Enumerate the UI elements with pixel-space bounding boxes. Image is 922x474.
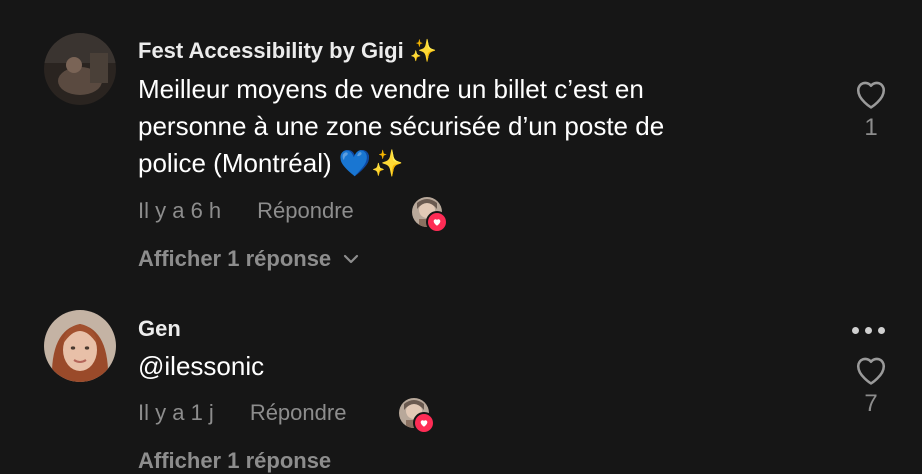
comment-meta: Il y a 1 j Répondre [138, 400, 346, 426]
view-replies-button[interactable]: Afficher 1 réponse [138, 246, 359, 272]
comment-time: Il y a 1 j [138, 400, 214, 425]
comment-author[interactable]: Gen [138, 316, 181, 342]
comment-text: Meilleur moyens de vendre un billet c’es… [138, 71, 798, 182]
comment-time: Il y a 6 h [138, 198, 222, 223]
heart-outline-icon [856, 81, 886, 109]
comment-text-line: Meilleur moyens de vendre un billet c’es… [138, 74, 644, 104]
comment-text: @ilessonic [138, 348, 798, 385]
avatar[interactable] [44, 33, 116, 105]
comment-meta: Il y a 6 h Répondre [138, 198, 354, 224]
more-dot [865, 327, 872, 334]
like-count: 1 [864, 114, 878, 141]
creator-liked-avatar [412, 197, 448, 233]
chevron-down-icon [344, 254, 359, 264]
comment-text-line: personne à une zone sécurisée d’un poste… [138, 111, 665, 141]
reply-button[interactable]: Répondre [250, 400, 347, 426]
comment-author[interactable]: Fest Accessibility by Gigi ✨ [138, 38, 437, 64]
like-button[interactable]: 1 [851, 78, 891, 142]
reply-button[interactable]: Répondre [257, 198, 354, 224]
view-replies-label: Afficher 1 réponse [138, 246, 332, 271]
creator-liked-avatar [399, 398, 435, 434]
view-replies-button[interactable]: Afficher 1 réponse [138, 448, 331, 474]
view-replies-label: Afficher 1 réponse [138, 448, 332, 473]
heart-outline-icon [856, 357, 886, 385]
more-dot [878, 327, 885, 334]
like-button[interactable]: 7 [851, 354, 891, 418]
avatar-image [44, 310, 116, 382]
comment-text-line: @ilessonic [138, 351, 265, 381]
like-count: 7 [864, 390, 878, 417]
avatar-image [44, 33, 116, 105]
more-dot [852, 327, 859, 334]
avatar[interactable] [44, 310, 116, 382]
heart-badge-icon [413, 412, 435, 434]
comment-text-line: police (Montréal) 💙✨ [138, 148, 404, 178]
heart-badge-icon [426, 211, 448, 233]
more-horizontal-icon[interactable] [852, 327, 885, 334]
